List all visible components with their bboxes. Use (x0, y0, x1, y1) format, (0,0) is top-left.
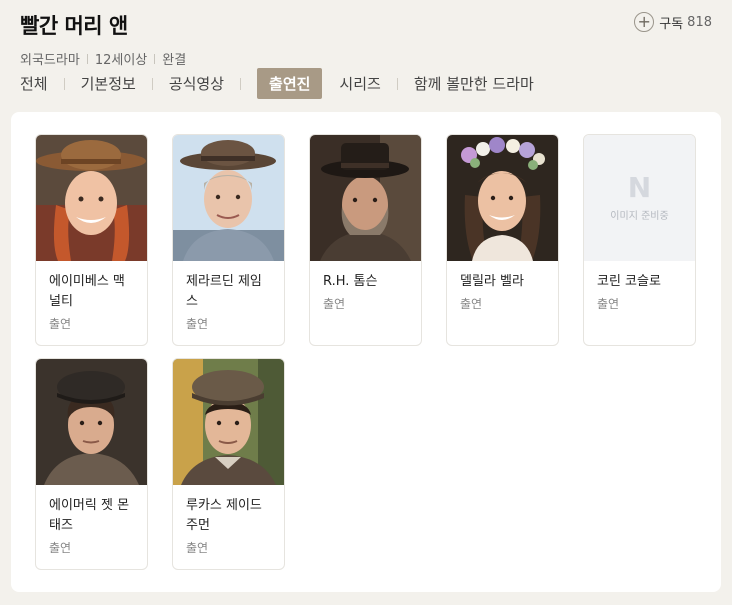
header: 빨간 머리 앤 외국드라마 12세이상 완결 + 구독 818 (20, 10, 712, 68)
meta-info: 외국드라마 12세이상 완결 (20, 49, 712, 68)
placeholder-text: 이미지 준비중 (610, 211, 669, 222)
cast-name: R.H. 톰슨 (323, 274, 378, 289)
tab-divider (240, 77, 242, 90)
plus-icon: + (634, 12, 655, 32)
tab-cast[interactable]: 출연진 (257, 68, 323, 99)
cast-card[interactable]: 에이머릭 젯 몬태즈 출연 (35, 358, 148, 570)
cast-role: 출연 (460, 297, 483, 311)
cast-info: R.H. 톰슨 출연 (310, 261, 421, 312)
cast-name: 에이미베스 맥널티 (49, 274, 125, 309)
meta-rating: 12세이상 (94, 53, 148, 68)
tab-divider (151, 77, 153, 90)
tab-bar: 전체 기본정보 공식영상 출연진 시리즈 함께 볼만한 드라마 (20, 68, 534, 99)
cast-role: 출연 (597, 297, 620, 311)
cast-role: 출연 (49, 541, 72, 555)
tab-basic-info[interactable]: 기본정보 (81, 68, 136, 99)
cast-photo (36, 359, 147, 485)
cast-info: 제라르딘 제임스 출연 (173, 261, 284, 332)
cast-card[interactable]: 에이미베스 맥널티 출연 (35, 134, 148, 346)
subscribe-label: 구독 (659, 16, 684, 32)
cast-card[interactable]: 루카스 제이드 주먼 출연 (172, 358, 285, 570)
meta-divider (154, 53, 156, 64)
cast-photo (173, 359, 284, 485)
cast-photo (173, 135, 284, 261)
cast-info: 에이미베스 맥널티 출연 (36, 261, 147, 332)
cast-photo (447, 135, 558, 261)
tab-official-video[interactable]: 공식영상 (169, 68, 224, 99)
tab-all[interactable]: 전체 (20, 68, 48, 99)
cast-card[interactable]: N 이미지 준비중 코린 코슬로 출연 (583, 134, 696, 346)
tab-divider (330, 78, 331, 90)
cast-info: 델릴라 벨라 출연 (447, 261, 558, 312)
tab-divider (396, 77, 398, 90)
cast-name: 루카스 제이드 주먼 (186, 498, 262, 533)
cast-photo-placeholder: N 이미지 준비중 (584, 135, 695, 261)
cast-role: 출연 (186, 317, 209, 331)
cast-name: 델릴라 벨라 (460, 274, 524, 289)
placeholder-logo: N (627, 171, 652, 204)
cast-card[interactable]: 제라르딘 제임스 출연 (172, 134, 285, 346)
cast-name: 제라르딘 제임스 (186, 274, 262, 309)
cast-photo (310, 135, 421, 261)
tab-series[interactable]: 시리즈 (339, 68, 380, 99)
cast-info: 코린 코슬로 출연 (584, 261, 695, 312)
cast-role: 출연 (323, 297, 346, 311)
cast-card[interactable]: 델릴라 벨라 출연 (446, 134, 559, 346)
meta-status: 완결 (162, 53, 187, 68)
tab-divider (63, 77, 65, 90)
cast-role: 출연 (186, 541, 209, 555)
cast-grid: 에이미베스 맥널티 출연 제라르딘 제임스 출연 R.H. 톰슨 출연 델릴라 … (35, 134, 696, 570)
meta-divider (86, 53, 88, 64)
meta-genre[interactable]: 외국드라마 (20, 49, 80, 68)
tab-similar-dramas[interactable]: 함께 볼만한 드라마 (414, 68, 534, 99)
subscribe-count: 818 (687, 14, 712, 30)
page-title: 빨간 머리 앤 (20, 14, 128, 38)
cast-info: 에이머릭 젯 몬태즈 출연 (36, 485, 147, 556)
cast-panel: 에이미베스 맥널티 출연 제라르딘 제임스 출연 R.H. 톰슨 출연 델릴라 … (11, 112, 721, 592)
cast-info: 루카스 제이드 주먼 출연 (173, 485, 284, 556)
cast-card[interactable]: R.H. 톰슨 출연 (309, 134, 422, 346)
subscribe-button[interactable]: + 구독 818 (634, 12, 712, 32)
cast-role: 출연 (49, 317, 72, 331)
cast-photo (36, 135, 147, 261)
cast-name: 에이머릭 젯 몬태즈 (49, 498, 130, 533)
cast-name: 코린 코슬로 (597, 274, 661, 289)
